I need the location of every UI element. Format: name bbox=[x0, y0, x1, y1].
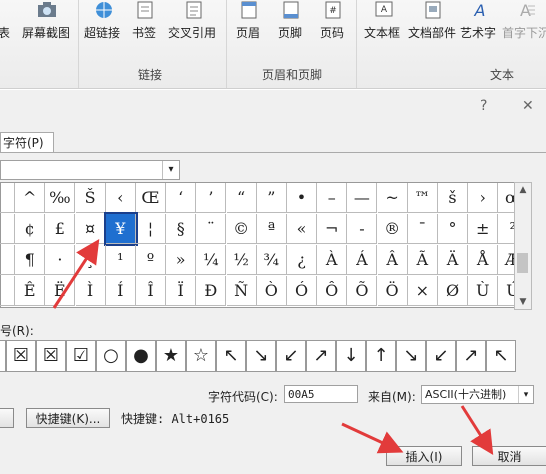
annotation-arrow-to-cancel bbox=[460, 405, 494, 456]
annotation-arrow-to-insert bbox=[341, 422, 404, 454]
annotation-arrow-to-yen bbox=[52, 238, 100, 309]
annotation-arrows bbox=[52, 238, 494, 456]
